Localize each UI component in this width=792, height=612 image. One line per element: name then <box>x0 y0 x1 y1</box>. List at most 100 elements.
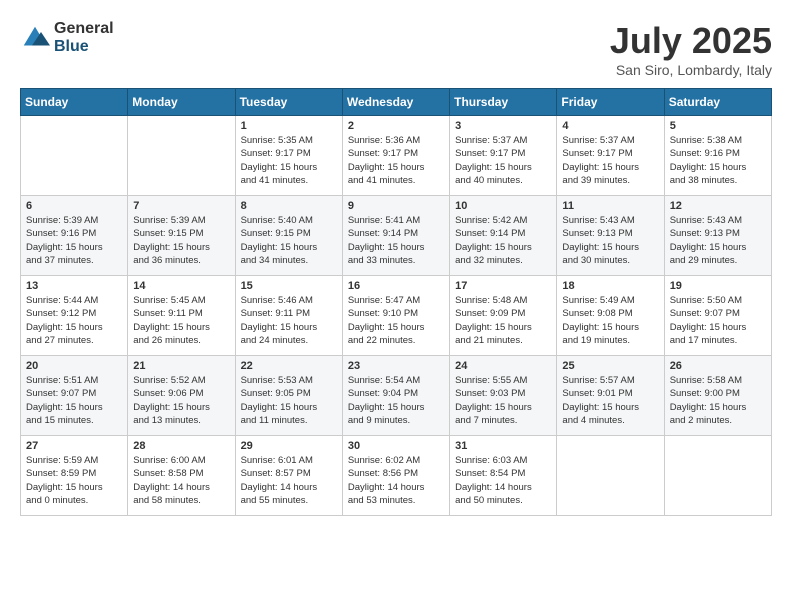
day-cell: 28 Sunrise: 6:00 AM Sunset: 8:58 PM Dayli… <box>128 436 235 516</box>
week-row-3: 20Sunrise: 5:51 AM Sunset: 9:07 PM Dayli… <box>21 356 772 436</box>
month-title: July 2025 <box>610 20 772 62</box>
day-cell: 27 Sunrise: 5:59 AM Sunset: 8:59 PM Dayli… <box>21 436 128 516</box>
day-number: 1 <box>241 120 337 132</box>
day-info: Sunrise: 6:00 AM Sunset: 8:58 PM Dayligh… <box>133 454 229 507</box>
day-info: Sunrise: 5:47 AM Sunset: 9:10 PM Dayligh… <box>348 294 444 347</box>
day-number: 6 <box>26 200 122 212</box>
page-header: General Blue July 2025 San Siro, Lombard… <box>20 20 772 78</box>
day-number: 13 <box>26 280 122 292</box>
day-cell: 16Sunrise: 5:47 AM Sunset: 9:10 PM Dayli… <box>342 276 449 356</box>
day-cell: 26 Sunrise: 5:58 AM Sunset: 9:00 PM Dayli… <box>664 356 771 436</box>
week-row-1: 6 Sunrise: 5:39 AM Sunset: 9:16 PM Daylig… <box>21 196 772 276</box>
day-cell: 25Sunrise: 5:57 AM Sunset: 9:01 PM Dayli… <box>557 356 664 436</box>
day-info: Sunrise: 5:38 AM Sunset: 9:16 PM Dayligh… <box>670 134 766 187</box>
day-number: 31 <box>455 440 551 452</box>
day-number: 12 <box>670 200 766 212</box>
location: San Siro, Lombardy, Italy <box>610 62 772 78</box>
day-number: 17 <box>455 280 551 292</box>
day-cell: 22 Sunrise: 5:53 AM Sunset: 9:05 PM Dayli… <box>235 356 342 436</box>
day-number: 15 <box>241 280 337 292</box>
day-number: 11 <box>562 200 658 212</box>
day-info: Sunrise: 5:52 AM Sunset: 9:06 PM Dayligh… <box>133 374 229 427</box>
day-info: Sunrise: 5:44 AM Sunset: 9:12 PM Dayligh… <box>26 294 122 347</box>
day-number: 14 <box>133 280 229 292</box>
day-info: Sunrise: 5:51 AM Sunset: 9:07 PM Dayligh… <box>26 374 122 427</box>
day-info: Sunrise: 5:48 AM Sunset: 9:09 PM Dayligh… <box>455 294 551 347</box>
logo-blue: Blue <box>54 38 114 56</box>
title-block: July 2025 San Siro, Lombardy, Italy <box>610 20 772 78</box>
day-info: Sunrise: 5:37 AM Sunset: 9:17 PM Dayligh… <box>455 134 551 187</box>
week-row-4: 27 Sunrise: 5:59 AM Sunset: 8:59 PM Dayli… <box>21 436 772 516</box>
day-info: Sunrise: 5:53 AM Sunset: 9:05 PM Dayligh… <box>241 374 337 427</box>
day-info: Sunrise: 6:01 AM Sunset: 8:57 PM Dayligh… <box>241 454 337 507</box>
day-info: Sunrise: 5:54 AM Sunset: 9:04 PM Dayligh… <box>348 374 444 427</box>
day-cell: 1 Sunrise: 5:35 AM Sunset: 9:17 PM Daylig… <box>235 116 342 196</box>
day-number: 3 <box>455 120 551 132</box>
day-number: 19 <box>670 280 766 292</box>
day-cell: 21 Sunrise: 5:52 AM Sunset: 9:06 PM Dayli… <box>128 356 235 436</box>
day-cell: 5 Sunrise: 5:38 AM Sunset: 9:16 PM Daylig… <box>664 116 771 196</box>
weekday-header-saturday: Saturday <box>664 89 771 116</box>
day-info: Sunrise: 5:57 AM Sunset: 9:01 PM Dayligh… <box>562 374 658 427</box>
day-cell: 20Sunrise: 5:51 AM Sunset: 9:07 PM Dayli… <box>21 356 128 436</box>
weekday-header-thursday: Thursday <box>450 89 557 116</box>
day-info: Sunrise: 5:59 AM Sunset: 8:59 PM Dayligh… <box>26 454 122 507</box>
day-info: Sunrise: 5:41 AM Sunset: 9:14 PM Dayligh… <box>348 214 444 267</box>
day-number: 4 <box>562 120 658 132</box>
day-cell: 2 Sunrise: 5:36 AM Sunset: 9:17 PM Daylig… <box>342 116 449 196</box>
day-info: Sunrise: 5:46 AM Sunset: 9:11 PM Dayligh… <box>241 294 337 347</box>
day-number: 9 <box>348 200 444 212</box>
day-info: Sunrise: 6:02 AM Sunset: 8:56 PM Dayligh… <box>348 454 444 507</box>
day-info: Sunrise: 5:43 AM Sunset: 9:13 PM Dayligh… <box>562 214 658 267</box>
day-number: 26 <box>670 360 766 372</box>
day-number: 28 <box>133 440 229 452</box>
logo: General Blue <box>20 20 114 55</box>
day-cell: 30 Sunrise: 6:02 AM Sunset: 8:56 PM Dayli… <box>342 436 449 516</box>
day-info: Sunrise: 5:36 AM Sunset: 9:17 PM Dayligh… <box>348 134 444 187</box>
day-info: Sunrise: 5:39 AM Sunset: 9:16 PM Dayligh… <box>26 214 122 267</box>
day-cell: 31 Sunrise: 6:03 AM Sunset: 8:54 PM Dayli… <box>450 436 557 516</box>
day-number: 27 <box>26 440 122 452</box>
day-cell <box>664 436 771 516</box>
logo-icon <box>20 23 50 53</box>
day-number: 8 <box>241 200 337 212</box>
day-number: 21 <box>133 360 229 372</box>
day-number: 29 <box>241 440 337 452</box>
day-cell <box>128 116 235 196</box>
day-cell: 11 Sunrise: 5:43 AM Sunset: 9:13 PM Dayli… <box>557 196 664 276</box>
day-number: 2 <box>348 120 444 132</box>
day-cell: 9 Sunrise: 5:41 AM Sunset: 9:14 PM Daylig… <box>342 196 449 276</box>
day-cell: 29 Sunrise: 6:01 AM Sunset: 8:57 PM Dayli… <box>235 436 342 516</box>
day-cell: 6 Sunrise: 5:39 AM Sunset: 9:16 PM Daylig… <box>21 196 128 276</box>
day-cell: 17 Sunrise: 5:48 AM Sunset: 9:09 PM Dayli… <box>450 276 557 356</box>
day-info: Sunrise: 5:55 AM Sunset: 9:03 PM Dayligh… <box>455 374 551 427</box>
day-info: Sunrise: 5:35 AM Sunset: 9:17 PM Dayligh… <box>241 134 337 187</box>
day-info: Sunrise: 5:37 AM Sunset: 9:17 PM Dayligh… <box>562 134 658 187</box>
weekday-header-row: SundayMondayTuesdayWednesdayThursdayFrid… <box>21 89 772 116</box>
day-cell: 12Sunrise: 5:43 AM Sunset: 9:13 PM Dayli… <box>664 196 771 276</box>
day-cell: 23 Sunrise: 5:54 AM Sunset: 9:04 PM Dayli… <box>342 356 449 436</box>
weekday-header-friday: Friday <box>557 89 664 116</box>
day-cell: 19Sunrise: 5:50 AM Sunset: 9:07 PM Dayli… <box>664 276 771 356</box>
day-number: 30 <box>348 440 444 452</box>
day-number: 24 <box>455 360 551 372</box>
day-cell: 3 Sunrise: 5:37 AM Sunset: 9:17 PM Daylig… <box>450 116 557 196</box>
day-cell <box>21 116 128 196</box>
day-number: 23 <box>348 360 444 372</box>
day-cell: 15 Sunrise: 5:46 AM Sunset: 9:11 PM Dayli… <box>235 276 342 356</box>
day-number: 5 <box>670 120 766 132</box>
day-info: Sunrise: 5:42 AM Sunset: 9:14 PM Dayligh… <box>455 214 551 267</box>
day-number: 22 <box>241 360 337 372</box>
day-cell <box>557 436 664 516</box>
day-cell: 24 Sunrise: 5:55 AM Sunset: 9:03 PM Dayli… <box>450 356 557 436</box>
day-info: Sunrise: 5:49 AM Sunset: 9:08 PM Dayligh… <box>562 294 658 347</box>
day-info: Sunrise: 5:39 AM Sunset: 9:15 PM Dayligh… <box>133 214 229 267</box>
day-cell: 8Sunrise: 5:40 AM Sunset: 9:15 PM Daylig… <box>235 196 342 276</box>
day-info: Sunrise: 5:58 AM Sunset: 9:00 PM Dayligh… <box>670 374 766 427</box>
weekday-header-monday: Monday <box>128 89 235 116</box>
day-number: 18 <box>562 280 658 292</box>
day-info: Sunrise: 6:03 AM Sunset: 8:54 PM Dayligh… <box>455 454 551 507</box>
day-cell: 10 Sunrise: 5:42 AM Sunset: 9:14 PM Dayli… <box>450 196 557 276</box>
day-cell: 18 Sunrise: 5:49 AM Sunset: 9:08 PM Dayli… <box>557 276 664 356</box>
day-number: 10 <box>455 200 551 212</box>
